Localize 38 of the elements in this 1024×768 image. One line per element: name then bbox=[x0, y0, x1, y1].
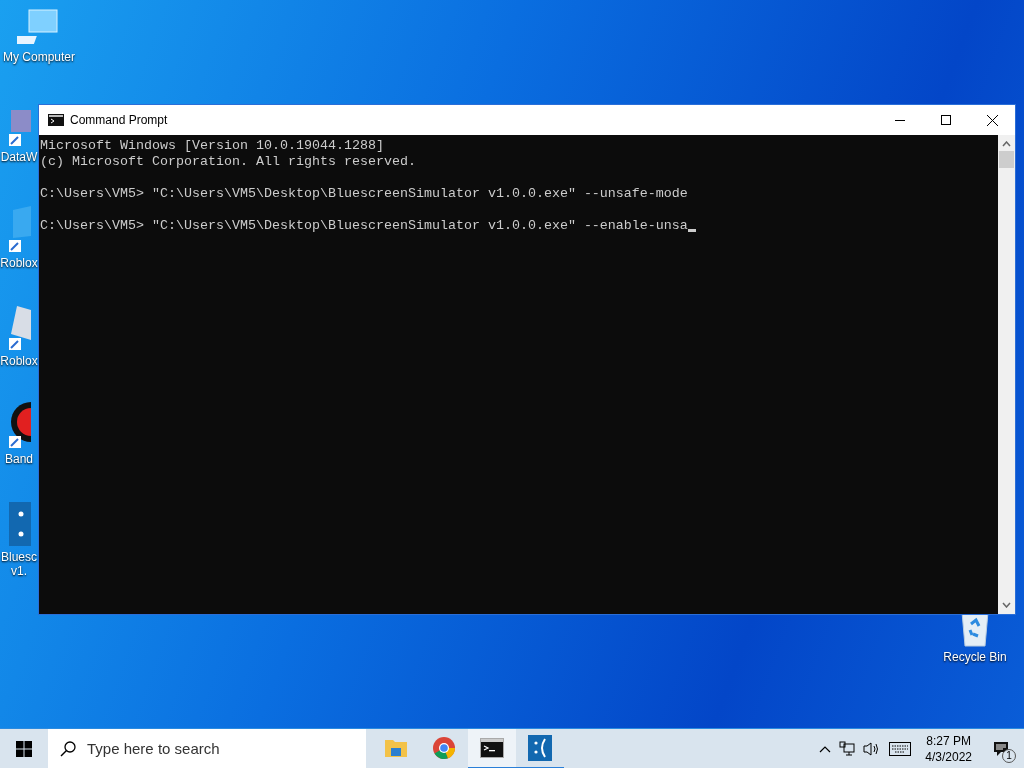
grid-icon bbox=[7, 108, 31, 148]
console-line: C:\Users\VM5> "C:\Users\VM5\Desktop\BluescreenSimulator v1.0.0.exe" --enable-unsa bbox=[40, 218, 688, 234]
search-field[interactable]: Type here to search bbox=[48, 728, 366, 768]
desktop-icon-label[interactable]: Bluesc v1. bbox=[1, 550, 37, 578]
notification-button[interactable]: 1 bbox=[986, 733, 1016, 764]
sad-face-icon bbox=[7, 500, 31, 548]
console-line: (c) Microsoft Corporation. All rights reserved. bbox=[40, 154, 416, 170]
console-icon bbox=[48, 114, 64, 126]
desktop-icon-label[interactable]: Roblox bbox=[0, 256, 38, 270]
notification-count: 1 bbox=[1002, 748, 1016, 763]
network-icon[interactable] bbox=[839, 740, 856, 757]
desktop-icon-label[interactable]: Recycle Bin bbox=[943, 650, 1007, 664]
console-line: Microsoft Windows [Version 10.0.19044.1288] bbox=[40, 138, 384, 154]
close-icon bbox=[986, 114, 998, 126]
message-icon bbox=[993, 740, 1009, 757]
search-icon bbox=[60, 740, 76, 757]
sad-face-icon bbox=[528, 734, 552, 761]
clock[interactable]: 8:27 PM 4/3/2022 bbox=[919, 732, 978, 765]
desktop-icon-label[interactable]: DataW bbox=[0, 150, 38, 164]
window-title: Command Prompt bbox=[70, 112, 168, 129]
chevron-up-icon[interactable] bbox=[819, 744, 832, 753]
desktop-icon-label[interactable]: Band bbox=[5, 452, 33, 466]
console-line: C:\Users\VM5> "C:\Users\VM5\Desktop\BluescreenSimulator v1.0.0.exe" --unsafe-mode bbox=[40, 186, 688, 202]
chrome-icon bbox=[432, 735, 456, 760]
maximize-icon bbox=[941, 115, 951, 125]
console-icon bbox=[480, 737, 504, 758]
taskbar-app-button[interactable] bbox=[468, 728, 516, 768]
scroll-up-icon[interactable] bbox=[1002, 141, 1011, 147]
windows-logo-icon bbox=[16, 740, 32, 757]
scroll-down-icon[interactable] bbox=[1002, 602, 1011, 608]
desktop-icon-label[interactable]: My Computer bbox=[3, 50, 75, 64]
tilted-square-icon bbox=[7, 304, 31, 352]
keyboard-icon[interactable] bbox=[889, 741, 912, 756]
folder-icon bbox=[384, 737, 408, 758]
desktop-icon-label[interactable]: Roblox bbox=[0, 354, 38, 368]
scrollbar[interactable] bbox=[998, 135, 1015, 614]
minimize-icon bbox=[895, 119, 905, 121]
scroll-thumb[interactable] bbox=[999, 151, 1014, 168]
